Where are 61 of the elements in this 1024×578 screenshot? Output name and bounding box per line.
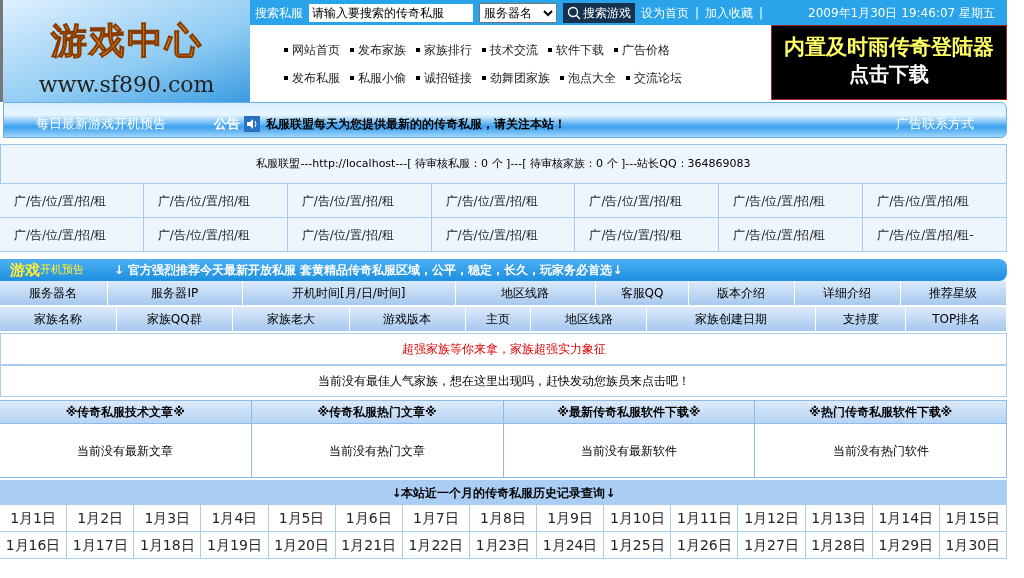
banner-subline: 点击下载: [849, 61, 929, 89]
notice-label: 公告: [214, 115, 240, 134]
logo-title: 游戏中心: [50, 19, 203, 63]
nav-link[interactable]: 发布私服: [284, 68, 340, 87]
nav-link[interactable]: 劲舞团家族: [482, 68, 550, 87]
family-slogan: 超强家族等你来拿，家族超强实力象征: [0, 333, 1007, 365]
section-header: ※传奇私服热门文章※: [250, 400, 504, 424]
column-header: 详细介绍: [794, 281, 901, 305]
ad-slot-link[interactable]: 广/告/位/置/招/租-: [862, 217, 1007, 252]
column-header: 开机时间[月/日/时间]: [242, 281, 456, 305]
nav-link[interactable]: 交流论坛: [626, 68, 682, 87]
column-header: 服务器IP: [107, 281, 243, 305]
ad-banner[interactable]: 内置及时雨传奇登陆器 点击下载: [771, 25, 1007, 100]
link-separator: |: [759, 4, 764, 22]
family-empty-message: 当前没有最佳人气家族，想在这里出现吗，赶快发动您族员来点击吧！: [0, 365, 1007, 397]
promo-subtitle: 开机预告: [40, 261, 84, 276]
column-header: 服务器名: [0, 281, 108, 305]
search-field[interactable]: 请输入要搜索的传奇私服: [309, 3, 473, 22]
promo-message: ↓ 官方强烈推荐今天最新开放私服 套黄精品传奇私服区域，公平，稳定，长久，玩家务必首选↓: [114, 262, 623, 279]
column-header: 推荐星级: [900, 281, 1007, 305]
search-button[interactable]: 搜索游戏: [563, 2, 635, 23]
column-header: 家族名称: [0, 307, 117, 331]
column-header: 地区线路: [530, 307, 648, 331]
column-header: 主页: [466, 307, 531, 331]
date-time: 2009年1月30日 19:46:07 星期五: [808, 4, 995, 22]
nav-link[interactable]: 私服小偷: [350, 68, 406, 87]
column-header: 家族创建日期: [647, 307, 816, 331]
nav-link[interactable]: 发布家族: [350, 40, 406, 59]
section-header: ※传奇私服技术文章※: [0, 400, 252, 424]
search-icon: [567, 5, 581, 20]
section-header: ※热门传奇私服软件下载※: [754, 400, 1007, 424]
server-dropdown[interactable]: 服务器名: [479, 2, 557, 23]
speaker-icon: [244, 116, 260, 132]
nav-link[interactable]: 广告价格: [614, 40, 670, 59]
empty-message: 当前没有热门软件: [754, 423, 1007, 478]
ad-slot-link[interactable]: 广/告/位/置/招/租: [862, 183, 1007, 218]
date-link[interactable]: 1月15日: [938, 504, 1007, 532]
logo-url: www.sf890.com: [38, 71, 215, 99]
column-header: 地区线路: [455, 281, 597, 305]
column-header: 游戏版本: [349, 307, 467, 331]
section-header: ※最新传奇私服软件下载※: [502, 400, 756, 424]
nav-link[interactable]: 泡点大全: [560, 68, 616, 87]
link-separator: |: [695, 4, 700, 22]
notice-message: 私服联盟每天为您提供最新的的传奇私服，请关注本站！: [266, 116, 567, 133]
search-label: 搜索私服: [255, 4, 303, 22]
column-header: 客服QQ: [596, 281, 689, 305]
column-header: 版本介绍: [688, 281, 795, 305]
promo-title: 游戏: [9, 259, 40, 281]
history-header: ↓本站近一个月的传奇私服历史记录查询↓: [0, 480, 1007, 505]
nav-link[interactable]: 诚招链接: [416, 68, 472, 87]
nav-link[interactable]: 网站首页: [284, 40, 340, 59]
nav-link[interactable]: 家族排行: [416, 40, 472, 59]
notice-left-label: 每日最新游戏开机预告: [35, 115, 167, 134]
nav-link[interactable]: 软件下载: [548, 40, 604, 59]
date-link[interactable]: 1月30日: [938, 531, 1007, 559]
column-header: 支持度: [815, 307, 907, 331]
banner-headline: 内置及时雨传奇登陆器: [784, 35, 994, 60]
column-header: 家族老大: [233, 307, 350, 331]
nav-link[interactable]: 技术交流: [482, 40, 538, 59]
column-header: TOP排名: [906, 307, 1007, 331]
column-header: 家族QQ群: [116, 307, 234, 331]
